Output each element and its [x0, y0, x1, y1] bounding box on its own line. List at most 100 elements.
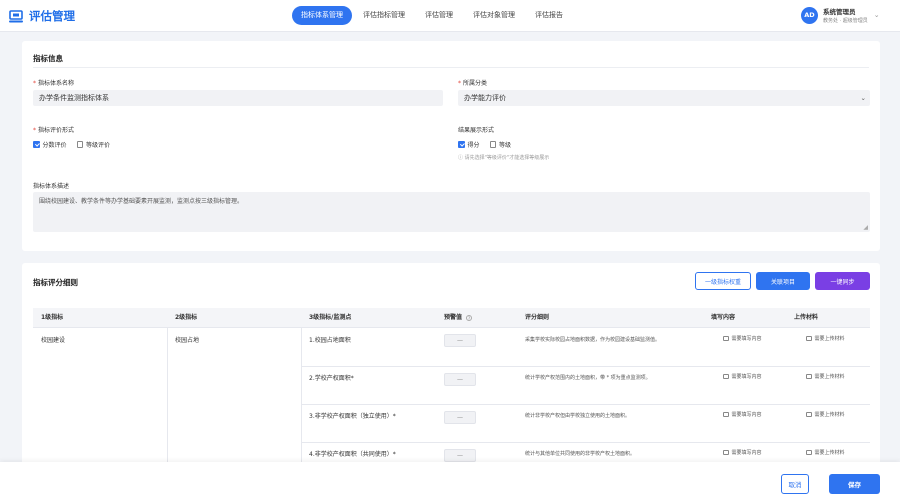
nav-indicator-system[interactable]: 指标体系管理: [292, 6, 352, 25]
eval-form-options: 分数评价 等级评价: [33, 140, 120, 149]
fill-label: 需要填写内容: [731, 374, 762, 380]
checkbox-icon[interactable]: [489, 141, 497, 148]
brand[interactable]: 评估管理: [9, 8, 75, 24]
col-level3: 3级指标/监测点: [309, 314, 352, 321]
checkbox-icon[interactable]: [76, 141, 84, 148]
row-divider: [301, 366, 870, 367]
fill-checkbox[interactable]: 需要填写内容: [723, 373, 762, 380]
user-name: 系统管理员: [823, 8, 856, 16]
avatar: AD: [801, 6, 818, 24]
eval-option-score[interactable]: 分数评价: [33, 140, 67, 149]
sync-label: 一键同步: [830, 278, 855, 286]
rule-cell: 统计非学校产权但由学校独立使用的土地面积。: [525, 413, 631, 419]
cancel-button[interactable]: 取消: [781, 474, 809, 494]
option-label: 得分: [467, 142, 480, 149]
warning-input[interactable]: —: [444, 373, 476, 386]
scoring-detail-card: 指标评分细则 一级指标权重 关联项目 一键同步 1级指标 2级指标 3级指标/监…: [22, 263, 880, 468]
col-upload: 上传材料: [794, 314, 819, 321]
app-logo-icon: [9, 9, 23, 22]
checkbox-icon[interactable]: [723, 335, 729, 342]
chevron-down-icon: ⌄: [860, 94, 866, 102]
rule-cell: 统计与其他单位共同使用的非学校产权土地面积。: [525, 451, 636, 457]
col-warning-label: 预警值: [444, 314, 463, 321]
level2-cell: 校园占地: [175, 337, 200, 344]
sync-button[interactable]: 一键同步: [815, 272, 870, 290]
warning-input[interactable]: —: [444, 411, 476, 424]
checkbox-icon[interactable]: [806, 373, 812, 380]
column-divider: [167, 328, 168, 468]
checkbox-icon[interactable]: [723, 373, 729, 380]
save-button[interactable]: 保存: [829, 474, 880, 494]
top-navigation-bar: 评估管理 指标体系管理 评估指标管理 评估管理 评估对象管理 评估报告 AD 系…: [0, 0, 900, 32]
category-select-value: 办学能力评价: [464, 94, 506, 102]
desc-text: 围绕校园建设、教学条件等办学基础要素开展监测，监测点按三级指标管理。: [39, 198, 244, 205]
col-level1: 1级指标: [41, 314, 64, 321]
row-divider: [301, 404, 870, 405]
nav-evaluation-management[interactable]: 评估管理: [416, 6, 462, 25]
user-role: 教务处 · 超级管理员: [823, 18, 868, 24]
nav-evaluation-report[interactable]: 评估报告: [526, 6, 572, 25]
checkbox-icon[interactable]: [806, 449, 812, 456]
weight-button[interactable]: 一级指标权重: [695, 272, 751, 290]
section-title: 指标信息: [33, 54, 63, 63]
footer-bar: 取消 保存: [0, 462, 900, 502]
user-menu[interactable]: AD 系统管理员 教务处 · 超级管理员 ⌄: [801, 6, 880, 24]
level1-cell: 校园建设: [41, 337, 66, 344]
level3-cell: 2.学校产权面积*: [309, 375, 354, 382]
nav-evaluation-object[interactable]: 评估对象管理: [464, 6, 524, 25]
resize-handle-icon[interactable]: ◢: [863, 224, 868, 231]
nav-indicator-management[interactable]: 评估指标管理: [354, 6, 414, 25]
checkbox-icon[interactable]: [806, 335, 812, 342]
option-label: 等级评价: [86, 142, 111, 149]
result-hint: ⓘ 请先选择"等级评价"才能选择等级展示: [458, 155, 550, 161]
checkbox-icon[interactable]: [723, 449, 729, 456]
name-label-text: 指标体系名称: [38, 80, 75, 87]
fill-checkbox[interactable]: 需要填写内容: [723, 411, 762, 418]
indicator-info-card: 指标信息 * 指标体系名称 办学条件监测指标体系 * 所属分类 办学能力评价 ⌄ *…: [22, 41, 880, 251]
level3-cell: 4.非学校产权面积（共同使用）*: [309, 451, 396, 458]
fill-checkbox[interactable]: 需要填写内容: [723, 335, 762, 342]
table-body: 校园建设 校园占地 1.校园占地面积 — 采集学校实际校园占地面积数据，作为校园…: [33, 328, 870, 468]
app-title: 评估管理: [29, 9, 75, 23]
category-select[interactable]: 办学能力评价 ⌄: [458, 90, 870, 106]
checkbox-checked-icon[interactable]: [33, 141, 40, 148]
required-asterisk: *: [33, 80, 36, 87]
upload-checkbox[interactable]: 需要上传材料: [806, 411, 845, 418]
option-label: 分数评价: [42, 142, 67, 149]
category-label-text: 所属分类: [463, 80, 488, 87]
desc-textarea[interactable]: 围绕校园建设、教学条件等办学基础要素开展监测，监测点按三级指标管理。 ◢: [33, 192, 870, 232]
name-label: * 指标体系名称: [33, 78, 74, 87]
checkbox-checked-icon[interactable]: [458, 141, 465, 148]
upload-checkbox[interactable]: 需要上传材料: [806, 373, 845, 380]
checkbox-icon[interactable]: [806, 411, 812, 418]
upload-label: 需要上传材料: [814, 450, 845, 456]
level3-cell: 1.校园占地面积: [309, 337, 351, 344]
rule-cell: 统计学校产权范围内的土地面积，带 * 项为重点监测项。: [525, 375, 651, 381]
result-option-score[interactable]: 得分: [458, 140, 480, 149]
result-option-grade[interactable]: 等级: [489, 140, 512, 149]
upload-checkbox[interactable]: 需要上传材料: [806, 335, 845, 342]
warning-input[interactable]: —: [444, 334, 476, 347]
column-divider: [301, 328, 302, 468]
upload-label: 需要上传材料: [814, 336, 845, 342]
eval-option-grade[interactable]: 等级评价: [76, 140, 111, 149]
level3-cell: 3.非学校产权面积（独立使用）*: [309, 413, 396, 420]
upload-checkbox[interactable]: 需要上传材料: [806, 449, 845, 456]
fill-label: 需要填写内容: [731, 450, 762, 456]
col-fill: 填写内容: [711, 314, 736, 321]
main-nav: 指标体系管理 评估指标管理 评估管理 评估对象管理 评估报告: [292, 6, 574, 25]
scoring-table: 1级指标 2级指标 3级指标/监测点 预警值? 评分细则 填写内容 上传材料 校…: [33, 308, 870, 468]
link-project-label: 关联项目: [770, 278, 795, 286]
chevron-down-icon[interactable]: ⌄: [874, 11, 880, 19]
checkbox-icon[interactable]: [723, 411, 729, 418]
col-level2: 2级指标: [175, 314, 198, 321]
warning-input[interactable]: —: [444, 449, 476, 462]
help-icon[interactable]: ?: [466, 314, 473, 321]
result-form-label: 结果展示形式: [458, 127, 495, 134]
fill-checkbox[interactable]: 需要填写内容: [723, 449, 762, 456]
name-input[interactable]: 办学条件监测指标体系: [33, 90, 443, 106]
required-asterisk: *: [458, 80, 461, 87]
result-form-options: 得分 等级: [458, 140, 521, 149]
link-project-button[interactable]: 关联项目: [756, 272, 810, 290]
option-label: 等级: [499, 142, 512, 149]
